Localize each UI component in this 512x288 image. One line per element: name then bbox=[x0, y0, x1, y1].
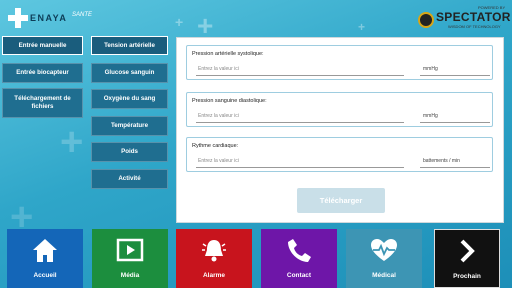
phone-icon bbox=[288, 239, 311, 262]
nav-next-button[interactable]: Prochain bbox=[434, 229, 500, 288]
mode-label: Téléchargement de fichiers bbox=[14, 95, 71, 110]
medical-cross-icon bbox=[8, 8, 28, 28]
nav-contact-label: Contact bbox=[286, 272, 312, 279]
measure-label: Poids bbox=[121, 148, 138, 156]
decorative-cross: + bbox=[60, 120, 84, 164]
spectator-emblem-icon bbox=[418, 12, 434, 28]
vitals-form-panel: Pression artérielle systolique: Entrez l… bbox=[176, 37, 504, 223]
diastolic-field-group: Pression sanguine diastolique: Entrez la… bbox=[186, 92, 493, 127]
nav-contact-button[interactable]: Contact bbox=[261, 229, 337, 288]
nav-media-label: Média bbox=[120, 272, 140, 279]
nav-alarm-label: Alarme bbox=[202, 272, 226, 279]
measure-weight-button[interactable]: Poids bbox=[91, 142, 168, 162]
nav-next-label: Prochain bbox=[453, 273, 481, 280]
heart-rate-label: Rythme cardiaque: bbox=[192, 143, 239, 149]
partner-tagline: WISDOM OF TECHNOLOGY bbox=[448, 24, 501, 29]
measure-temperature-button[interactable]: Température bbox=[91, 116, 168, 136]
measure-blood-pressure-button[interactable]: Tension artérielle bbox=[91, 36, 168, 55]
mode-label: Entrée manuelle bbox=[18, 41, 67, 49]
measure-activity-button[interactable]: Activité bbox=[91, 169, 168, 189]
partner-name: SPECTATOR bbox=[436, 10, 511, 24]
measure-label: Température bbox=[110, 122, 149, 130]
upload-button[interactable]: Télécharger bbox=[297, 188, 385, 213]
brand-name: ENAYA bbox=[30, 13, 68, 23]
nav-medical-label: Médical bbox=[372, 272, 396, 279]
spectator-logo: POWERED BY SPECTATOR WISDOM OF TECHNOLOG… bbox=[418, 5, 511, 32]
heart-rate-unit-field[interactable]: battements / min bbox=[420, 158, 490, 168]
decorative-cross: + bbox=[175, 14, 184, 30]
measure-label: Glucose sanguin bbox=[104, 69, 155, 77]
nav-media-button[interactable]: Média bbox=[92, 229, 168, 288]
systolic-input[interactable]: Entrez la valeur ici bbox=[196, 66, 404, 76]
measure-label: Oxygène du sang bbox=[103, 95, 156, 103]
measure-label: Tension artérielle bbox=[104, 41, 155, 49]
measure-blood-glucose-button[interactable]: Glucose sanguin bbox=[91, 63, 168, 83]
nav-alarm-button[interactable]: Alarme bbox=[176, 229, 252, 288]
mode-file-upload-button[interactable]: Téléchargement de fichiers bbox=[2, 88, 83, 118]
mode-label: Entrée biocapteur bbox=[16, 69, 69, 77]
systolic-field-group: Pression artérielle systolique: Entrez l… bbox=[186, 45, 493, 80]
diastolic-unit-field[interactable]: mmHg bbox=[420, 113, 490, 123]
brand-subtitle: SANTE bbox=[72, 12, 93, 18]
media-play-icon bbox=[116, 238, 144, 262]
measure-blood-oxygen-button[interactable]: Oxygène du sang bbox=[91, 89, 168, 109]
systolic-unit-field[interactable]: mmHg bbox=[420, 66, 490, 76]
nav-medical-button[interactable]: Médical bbox=[346, 229, 422, 288]
home-icon bbox=[33, 239, 57, 262]
heart-rate-input[interactable]: Entrez la valeur ici bbox=[196, 158, 404, 168]
nav-home-button[interactable]: Accueil bbox=[7, 229, 83, 288]
diastolic-label: Pression sanguine diastolique: bbox=[192, 98, 267, 104]
heart-rate-field-group: Rythme cardiaque: Entrez la valeur ici b… bbox=[186, 137, 493, 172]
chevron-right-icon bbox=[460, 239, 475, 263]
mode-biosensor-button[interactable]: Entrée biocapteur bbox=[2, 63, 83, 83]
diastolic-input[interactable]: Entrez la valeur ici bbox=[196, 113, 404, 123]
bell-icon bbox=[202, 240, 226, 262]
enaya-sante-logo: ENAYA SANTE bbox=[8, 6, 108, 30]
mode-manual-entry-button[interactable]: Entrée manuelle bbox=[2, 36, 83, 55]
nav-home-label: Accueil bbox=[33, 272, 57, 279]
decorative-cross: + bbox=[358, 20, 366, 34]
heart-pulse-icon bbox=[371, 239, 397, 261]
measure-label: Activité bbox=[118, 175, 141, 183]
systolic-label: Pression artérielle systolique: bbox=[192, 51, 264, 57]
